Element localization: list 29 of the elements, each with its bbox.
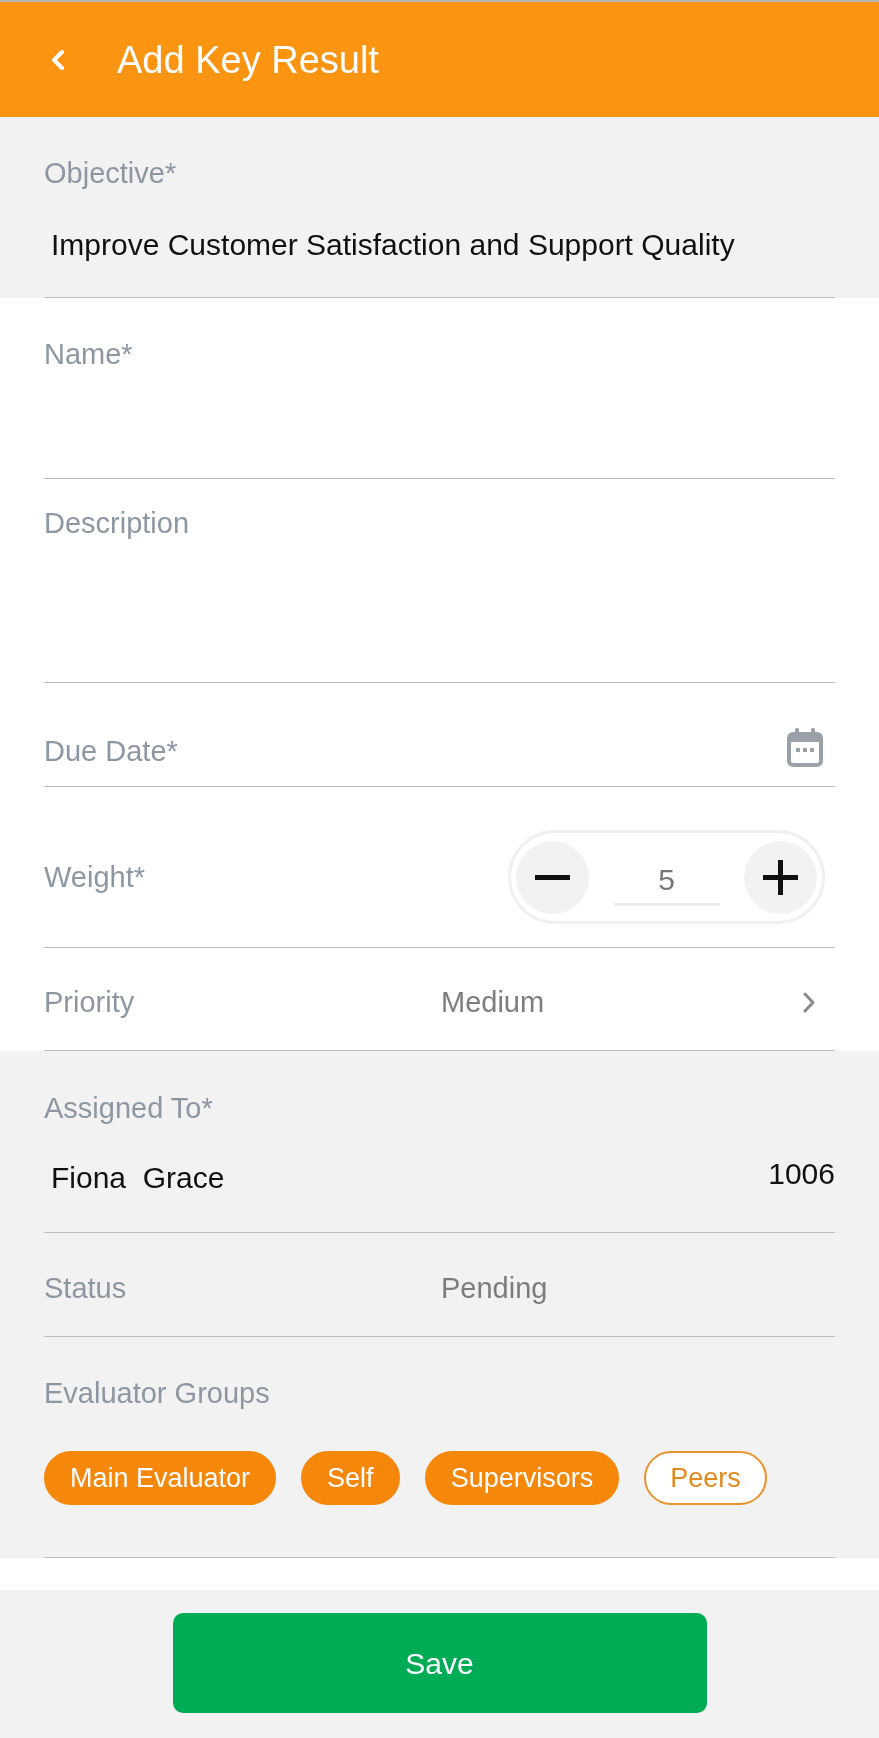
field-label: Priority (44, 985, 136, 1019)
evaluator-group-chip[interactable]: Self (301, 1451, 400, 1505)
calendar-icon[interactable] (787, 728, 823, 767)
field-label: Evaluator Groups (44, 1376, 271, 1410)
status-value: Pending (441, 1270, 548, 1305)
page-title: Add Key Result (117, 37, 379, 82)
field-label: Weight* (44, 860, 146, 894)
back-icon[interactable] (49, 48, 66, 71)
field-label: Objective* (44, 156, 178, 190)
objective-value: Improve Customer Satisfaction and Support Quality (50, 227, 736, 263)
field-label: Name* (44, 337, 134, 371)
assignee-name: Fiona Grace (50, 1160, 225, 1196)
field-label: Assigned To* (44, 1091, 214, 1125)
evaluator-group-chip[interactable]: Supervisors (424, 1451, 620, 1505)
evaluator-group-chip[interactable]: Peers (644, 1451, 767, 1505)
field-label: Status (44, 1270, 128, 1305)
priority-value[interactable]: Medium (441, 985, 803, 1019)
increment-button[interactable] (744, 840, 817, 914)
assignee-id: 1006 (768, 1156, 835, 1192)
evaluator-group-chip[interactable]: Main Evaluator (44, 1451, 277, 1505)
minus-icon (535, 874, 570, 880)
field-label: Due Date* (44, 733, 178, 768)
plus-icon (763, 859, 798, 895)
save-button[interactable]: Save (172, 1613, 707, 1713)
decrement-button[interactable] (516, 840, 589, 914)
weight-stepper[interactable]: 5 (508, 830, 825, 924)
chevron-right-icon[interactable] (803, 991, 816, 1013)
weight-input-field[interactable]: 5 (613, 856, 720, 906)
field-label: Description (44, 506, 191, 540)
